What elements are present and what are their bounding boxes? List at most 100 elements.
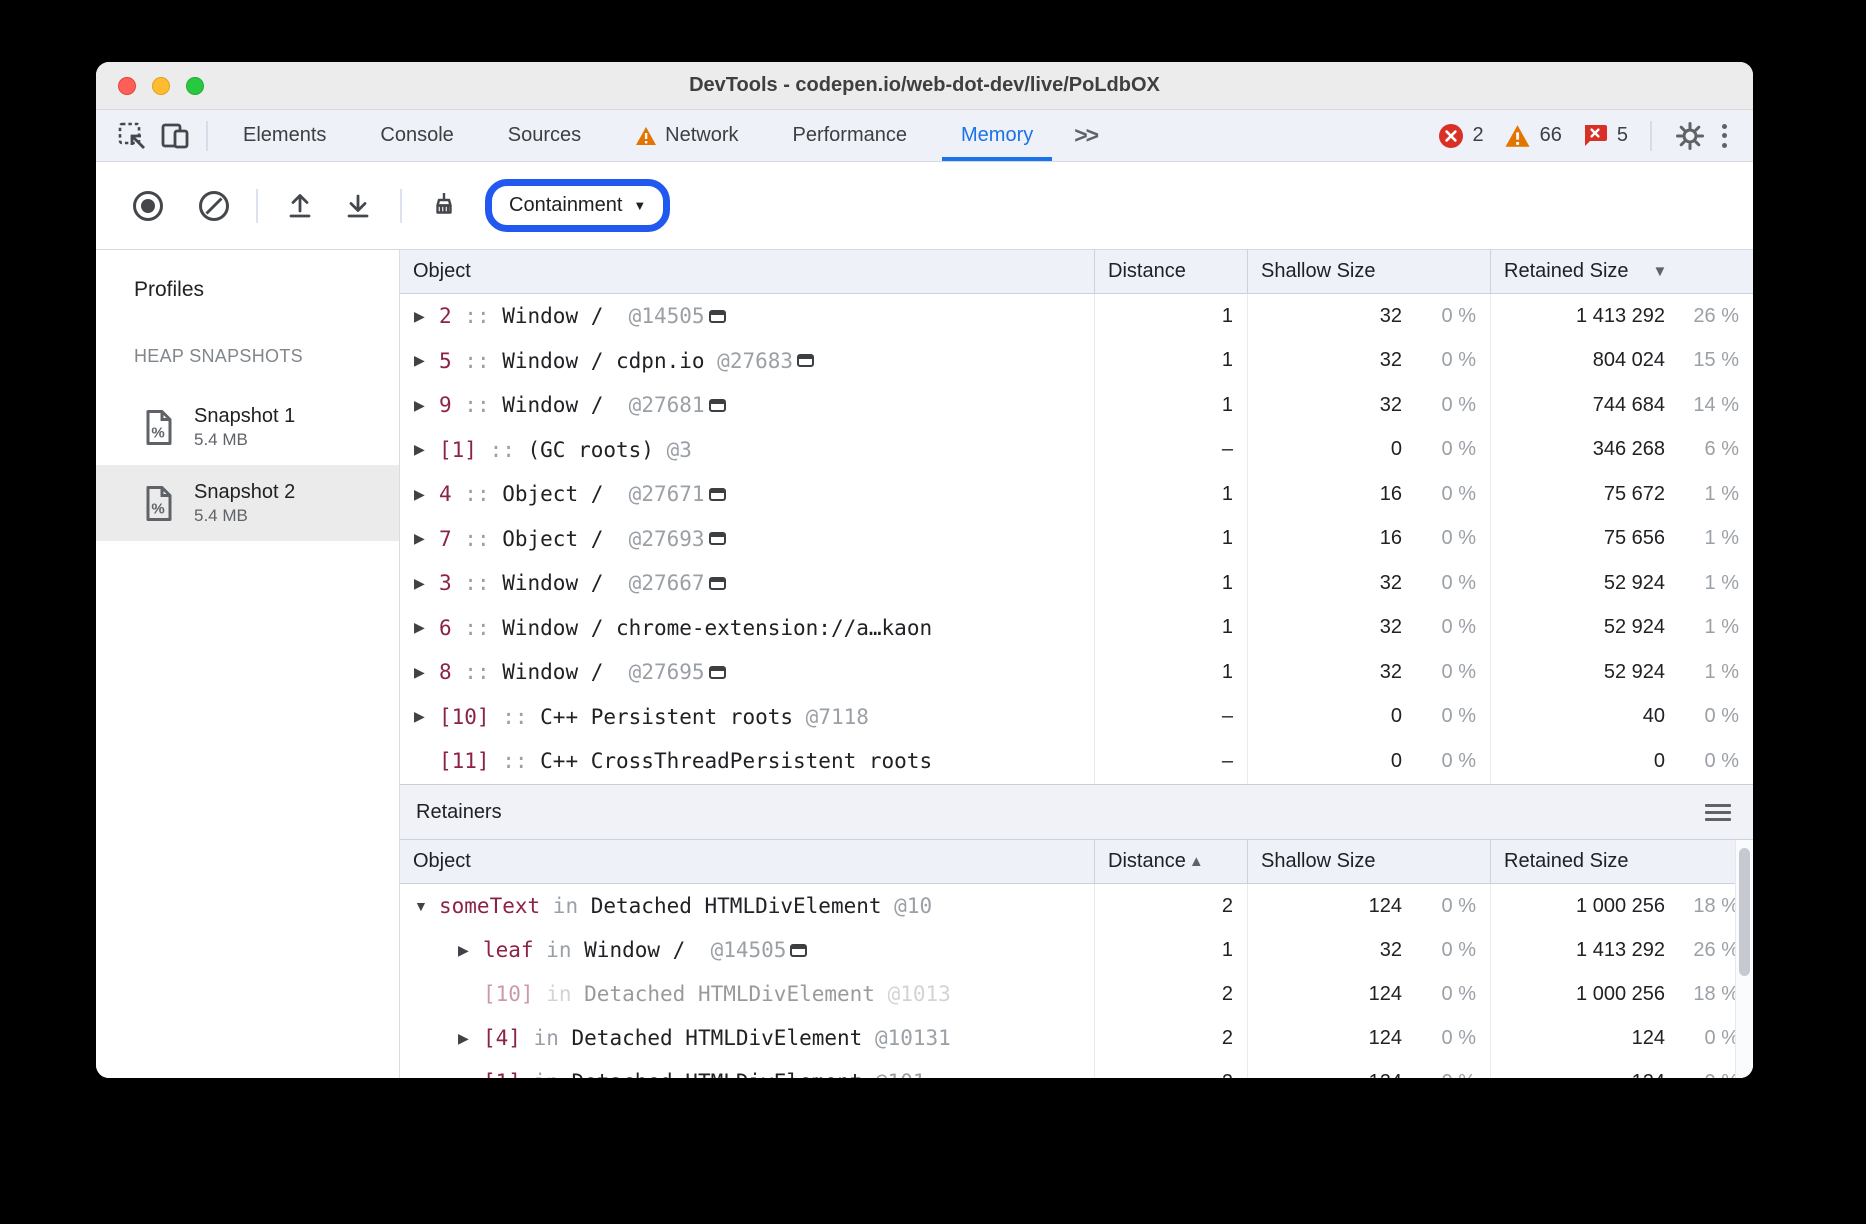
heap-object-row[interactable]: ▶7 :: Object / @276931160 %75 6561 % — [400, 517, 1753, 562]
clear-brush-icon[interactable] — [427, 189, 461, 223]
object-cell: ▶7 :: Object / @27693 — [400, 517, 1094, 562]
disclosure-arrow[interactable]: ▶ — [412, 530, 439, 547]
disclosure-arrow[interactable]: ▶ — [456, 942, 483, 959]
snapshot-item[interactable]: % Snapshot 25.4 MB — [96, 465, 399, 541]
object-id: @10131 — [875, 1026, 951, 1050]
warnings-badge[interactable]: 66 — [1504, 124, 1562, 148]
heap-object-row[interactable]: ▶[10] :: C++ Persistent roots @7118–00 %… — [400, 695, 1753, 740]
retainer-row[interactable]: ▶[4] in Detached HTMLDivElement @1013121… — [400, 1016, 1753, 1060]
object-text: [4] in Detached HTMLDivElement @10131 — [483, 1026, 951, 1050]
heap-object-row[interactable]: ▶8 :: Window / @276951320 %52 9241 % — [400, 650, 1753, 695]
object-text: [1] :: (GC roots) @3 — [439, 438, 692, 462]
column-header-distance[interactable]: Distance — [1094, 250, 1247, 293]
issues-count: 5 — [1617, 124, 1628, 147]
traffic-lights — [118, 62, 204, 109]
size-cell: 1 413 29226 % — [1490, 294, 1753, 339]
scrollbar-thumb[interactable] — [1739, 848, 1750, 976]
separator-text: :: — [452, 349, 503, 373]
retainers-menu-icon[interactable] — [1705, 804, 1731, 821]
disclosure-arrow[interactable]: ▶ — [412, 397, 439, 414]
customize-devtools-menu-icon[interactable] — [1712, 124, 1737, 148]
object-text: 6 :: Window / chrome-extension://a…kaon — [439, 616, 932, 640]
tab-memory[interactable]: Memory — [934, 110, 1060, 161]
retainer-row[interactable]: ▶[1] in Detached HTMLDivElement @1012124… — [400, 1060, 1753, 1078]
tab-label: Console — [380, 124, 453, 147]
sidebar-title: Profiles — [134, 278, 399, 302]
tab-sources[interactable]: Sources — [481, 110, 608, 161]
tab-console[interactable]: Console — [353, 110, 480, 161]
profiles-sidebar: Profiles HEAP SNAPSHOTS % Snapshot 15.4 … — [96, 250, 400, 1078]
separator-text: :: — [477, 438, 528, 462]
distance-cell: 1 — [1094, 928, 1247, 972]
size-cell: 1240 % — [1247, 884, 1490, 928]
column-header-object[interactable]: Object — [400, 250, 1094, 293]
containment-rows: ▶2 :: Window / @145051320 %1 413 29226 %… — [400, 294, 1753, 784]
size-cell: 400 % — [1490, 695, 1753, 740]
column-header-shallow-size[interactable]: Shallow Size — [1247, 840, 1490, 883]
sort-ascending-icon: ▲ — [1189, 853, 1204, 870]
device-toolbar-icon[interactable] — [154, 110, 198, 161]
disclosure-arrow[interactable]: ▶ — [412, 441, 439, 458]
heap-object-row[interactable]: [11] :: C++ CrossThreadPersistent roots–… — [400, 739, 1753, 784]
disclosure-arrow[interactable]: ▶ — [456, 1074, 483, 1079]
column-header-label: Shallow Size — [1261, 850, 1376, 873]
size-cell: 75 6561 % — [1490, 517, 1753, 562]
disclosure-arrow[interactable]: ▶ — [412, 619, 439, 636]
disclosure-arrow[interactable]: ▶ — [412, 352, 439, 369]
retainer-row[interactable]: ▼someText in Detached HTMLDivElement @10… — [400, 884, 1753, 928]
distance-cell: 1 — [1094, 294, 1247, 339]
perspective-select[interactable]: Containment ▼ — [485, 179, 670, 232]
column-header-retained-size[interactable]: Retained Size — [1490, 840, 1753, 883]
window-icon — [709, 532, 726, 545]
object-name: (GC roots) — [528, 438, 667, 462]
tab-performance[interactable]: Performance — [766, 110, 935, 161]
size-cell: 804 02415 % — [1490, 339, 1753, 384]
status-badges: 2 66 5 — [1418, 120, 1738, 152]
column-header-retained-size[interactable]: Retained Size▼ — [1490, 250, 1753, 293]
disclosure-arrow[interactable]: ▼ — [412, 898, 439, 914]
settings-gear-icon[interactable] — [1668, 120, 1712, 152]
column-header-object[interactable]: Object — [400, 840, 1094, 883]
object-cell: [10] in Detached HTMLDivElement @1013 — [400, 972, 1094, 1016]
tab-elements[interactable]: Elements — [216, 110, 353, 161]
heap-object-row[interactable]: ▶2 :: Window / @145051320 %1 413 29226 % — [400, 294, 1753, 339]
clear-all-profiles-button[interactable] — [197, 189, 231, 223]
vertical-scrollbar[interactable] — [1735, 840, 1753, 1078]
object-id: @7118 — [806, 705, 869, 729]
disclosure-arrow[interactable]: ▶ — [412, 486, 439, 503]
heap-object-row[interactable]: ▶5 :: Window / cdpn.io @276831320 %804 0… — [400, 339, 1753, 384]
in-keyword: in — [540, 894, 591, 918]
object-text: someText in Detached HTMLDivElement @10 — [439, 894, 932, 918]
tab-network[interactable]: Network — [608, 110, 765, 161]
save-profile-button[interactable] — [341, 189, 375, 223]
retainer-row[interactable]: [10] in Detached HTMLDivElement @1013212… — [400, 972, 1753, 1016]
disclosure-arrow[interactable]: ▶ — [456, 1030, 483, 1047]
disclosure-arrow[interactable]: ▶ — [412, 664, 439, 681]
issues-badge[interactable]: 5 — [1582, 123, 1628, 148]
size-cell: 744 68414 % — [1490, 383, 1753, 428]
minimize-window-button[interactable] — [152, 77, 170, 95]
heap-object-row[interactable]: ▶[1] :: (GC roots) @3–00 %346 2686 % — [400, 428, 1753, 473]
object-text: 9 :: Window / @27681 — [439, 393, 705, 417]
heap-object-row[interactable]: ▶6 :: Window / chrome-extension://a…kaon… — [400, 606, 1753, 651]
disclosure-arrow[interactable]: ▶ — [412, 708, 439, 725]
inspect-element-icon[interactable] — [110, 110, 154, 161]
disclosure-arrow[interactable]: ▶ — [412, 308, 439, 325]
object-index: 6 — [439, 616, 452, 640]
zoom-window-button[interactable] — [186, 77, 204, 95]
snapshot-item[interactable]: % Snapshot 15.4 MB — [96, 389, 399, 465]
disclosure-arrow[interactable]: ▶ — [412, 575, 439, 592]
errors-badge[interactable]: 2 — [1438, 123, 1484, 149]
tab-label: Network — [665, 124, 738, 147]
record-heap-snapshot-button[interactable] — [131, 189, 165, 223]
heap-object-row[interactable]: ▶4 :: Object / @276711160 %75 6721 % — [400, 472, 1753, 517]
column-header-distance[interactable]: Distance▲ — [1094, 840, 1247, 883]
close-window-button[interactable] — [118, 77, 136, 95]
size-cell: 00 % — [1247, 428, 1490, 473]
retainer-row[interactable]: ▶leaf in Window / @145051320 %1 413 2922… — [400, 928, 1753, 972]
load-profile-button[interactable] — [283, 189, 317, 223]
heap-object-row[interactable]: ▶3 :: Window / @276671320 %52 9241 % — [400, 561, 1753, 606]
column-header-shallow-size[interactable]: Shallow Size — [1247, 250, 1490, 293]
heap-object-row[interactable]: ▶9 :: Window / @276811320 %744 68414 % — [400, 383, 1753, 428]
more-tabs-button[interactable]: >> — [1060, 122, 1111, 149]
